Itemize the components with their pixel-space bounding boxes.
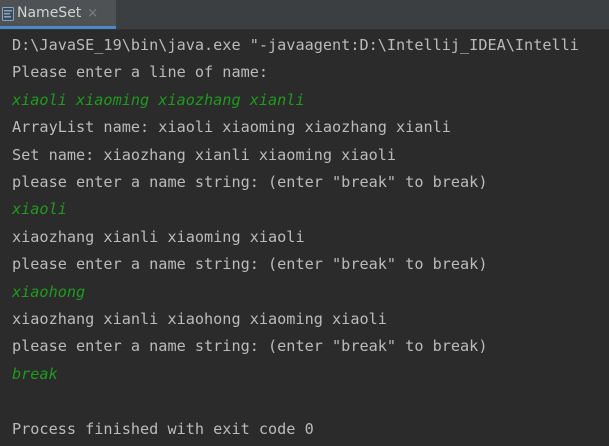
- console-output-line: Set name: xiaozhang xianli xiaoming xiao…: [12, 145, 397, 164]
- run-tool-window: NameSet × D:\JavaSE_19\bin\java.exe "-ja…: [0, 0, 609, 446]
- console-output-line: please enter a name string: (enter "brea…: [12, 337, 488, 356]
- console-output-line: xiaozhang xianli xiaoming xiaoli: [12, 227, 305, 246]
- console-output-line: please enter a name string: (enter "brea…: [12, 255, 488, 274]
- tab-bar: NameSet ×: [0, 0, 609, 30]
- tab-nameset[interactable]: NameSet ×: [0, 0, 116, 29]
- console-output-line: xiaozhang xianli xiaohong xiaoming xiaol…: [12, 310, 387, 328]
- console-output[interactable]: D:\JavaSE_19\bin\java.exe "-javaagent:D:…: [12, 30, 609, 446]
- close-icon[interactable]: ×: [87, 7, 98, 20]
- run-console-icon: [2, 6, 14, 21]
- tab-title: NameSet: [17, 5, 82, 21]
- console-output-line: Please enter a line of name:: [12, 63, 269, 82]
- console-output-line: D:\JavaSE_19\bin\java.exe "-javaagent:D:…: [12, 36, 579, 54]
- console-input-line: xiaohong: [12, 282, 86, 301]
- console-input-line: break: [12, 364, 58, 383]
- console-input-line: xiaoli xiaoming xiaozhang xianli: [12, 90, 305, 109]
- console-output-line: ArrayList name: xiaoli xiaoming xiaozhan…: [12, 118, 451, 137]
- console-output-line: Process finished with exit code 0: [12, 419, 314, 438]
- console-output-line: please enter a name string: (enter "brea…: [12, 173, 488, 191]
- console-input-line: xiaoli: [12, 200, 67, 219]
